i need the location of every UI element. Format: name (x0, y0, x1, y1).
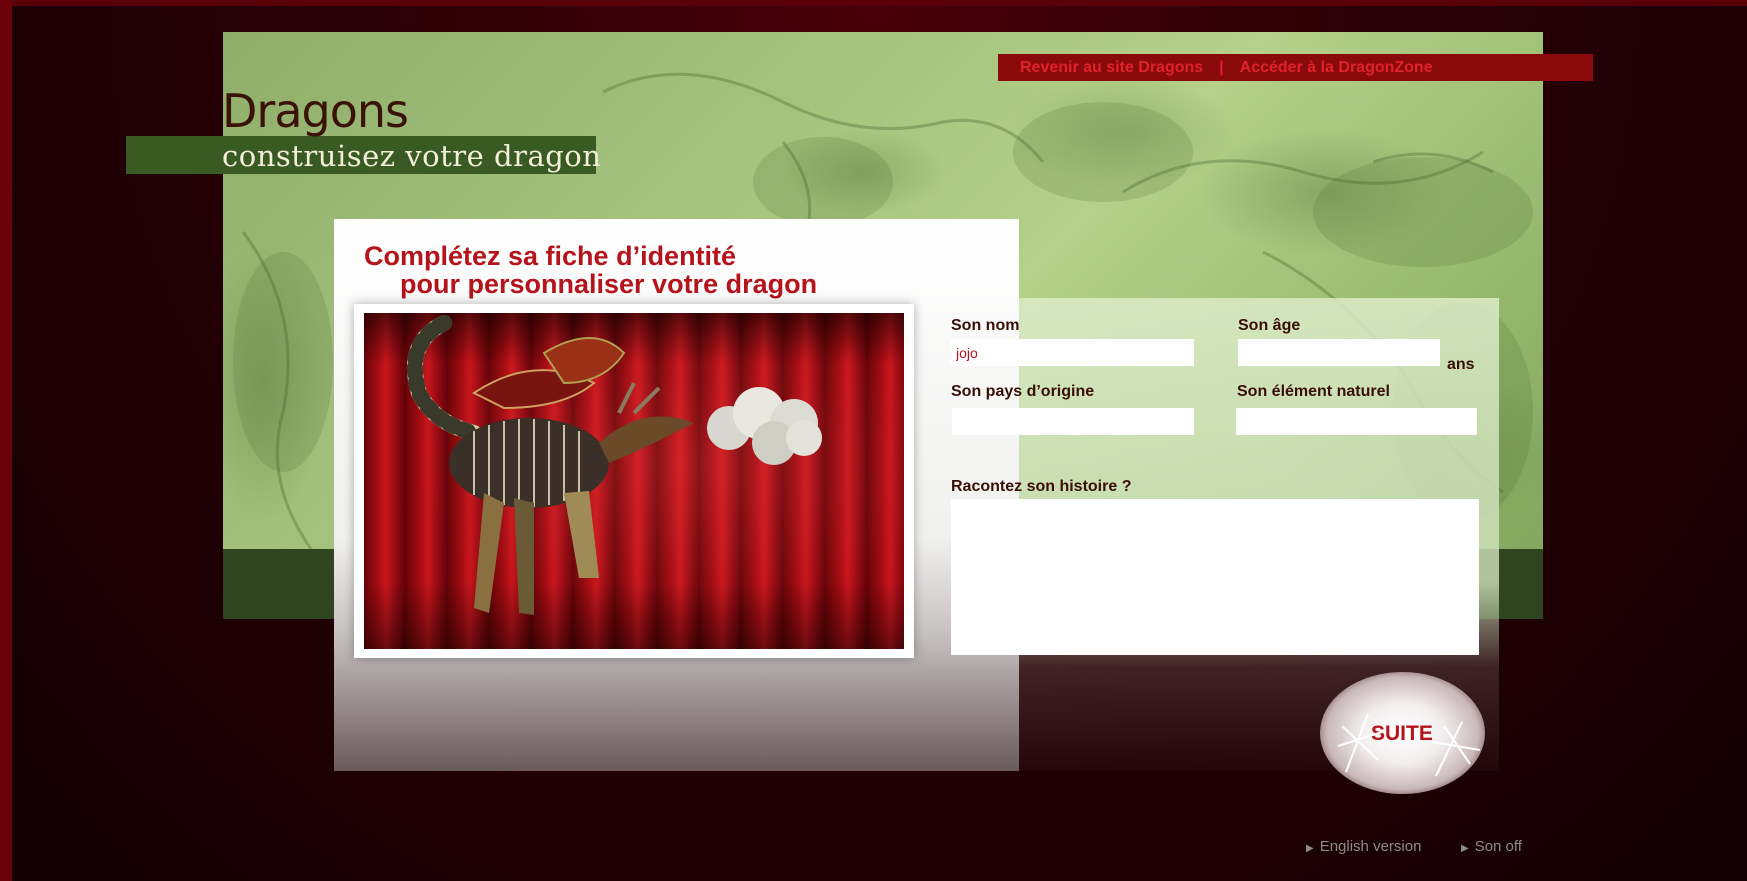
dragon-photo (364, 313, 904, 649)
nav-separator: | (1219, 58, 1224, 76)
element-label: Son élément naturel (1237, 383, 1390, 400)
story-textarea[interactable] (951, 499, 1479, 655)
age-unit: ans (1447, 356, 1475, 373)
age-input[interactable] (1238, 339, 1440, 366)
sparkle-icon (1432, 721, 1481, 777)
triangle-right-icon: ▶ (1306, 843, 1314, 854)
left-edge (0, 0, 12, 881)
english-version-link[interactable]: ▶ English version (1306, 838, 1421, 855)
element-input[interactable] (1236, 408, 1477, 435)
age-label: Son âge (1238, 317, 1301, 334)
story-label: Racontez son histoire ? (951, 478, 1132, 495)
sound-off-link[interactable]: ▶ Son off (1461, 838, 1522, 855)
dragon-photo-frame (354, 304, 914, 658)
dragonzone-link[interactable]: Accéder à la DragonZone (1240, 59, 1433, 77)
english-version-label: English version (1319, 838, 1422, 855)
form-heading-line2: pour personnaliser votre dragon (400, 269, 818, 299)
sound-off-label: Son off (1474, 838, 1522, 855)
top-edge (0, 0, 1747, 6)
dragon-illustration (406, 315, 822, 615)
name-input[interactable] (950, 339, 1194, 366)
site-subtitle: construisez votre dragon (222, 139, 602, 173)
top-navigation-bar: Revenir au site Dragons | Accéder à la D… (998, 54, 1593, 81)
form-heading-line1: Complétez sa fiche d’identité (364, 241, 737, 271)
country-input[interactable] (952, 408, 1194, 435)
back-to-dragons-site-link[interactable]: Revenir au site Dragons (1020, 59, 1203, 77)
sparkle-icon (1338, 713, 1383, 773)
site-title: Dragons (222, 84, 409, 138)
country-label: Son pays d’origine (951, 383, 1095, 400)
name-label: Son nom (951, 317, 1020, 334)
triangle-right-icon: ▶ (1461, 843, 1469, 854)
form-heading: Complétez sa fiche d’identité pour perso… (364, 242, 817, 298)
